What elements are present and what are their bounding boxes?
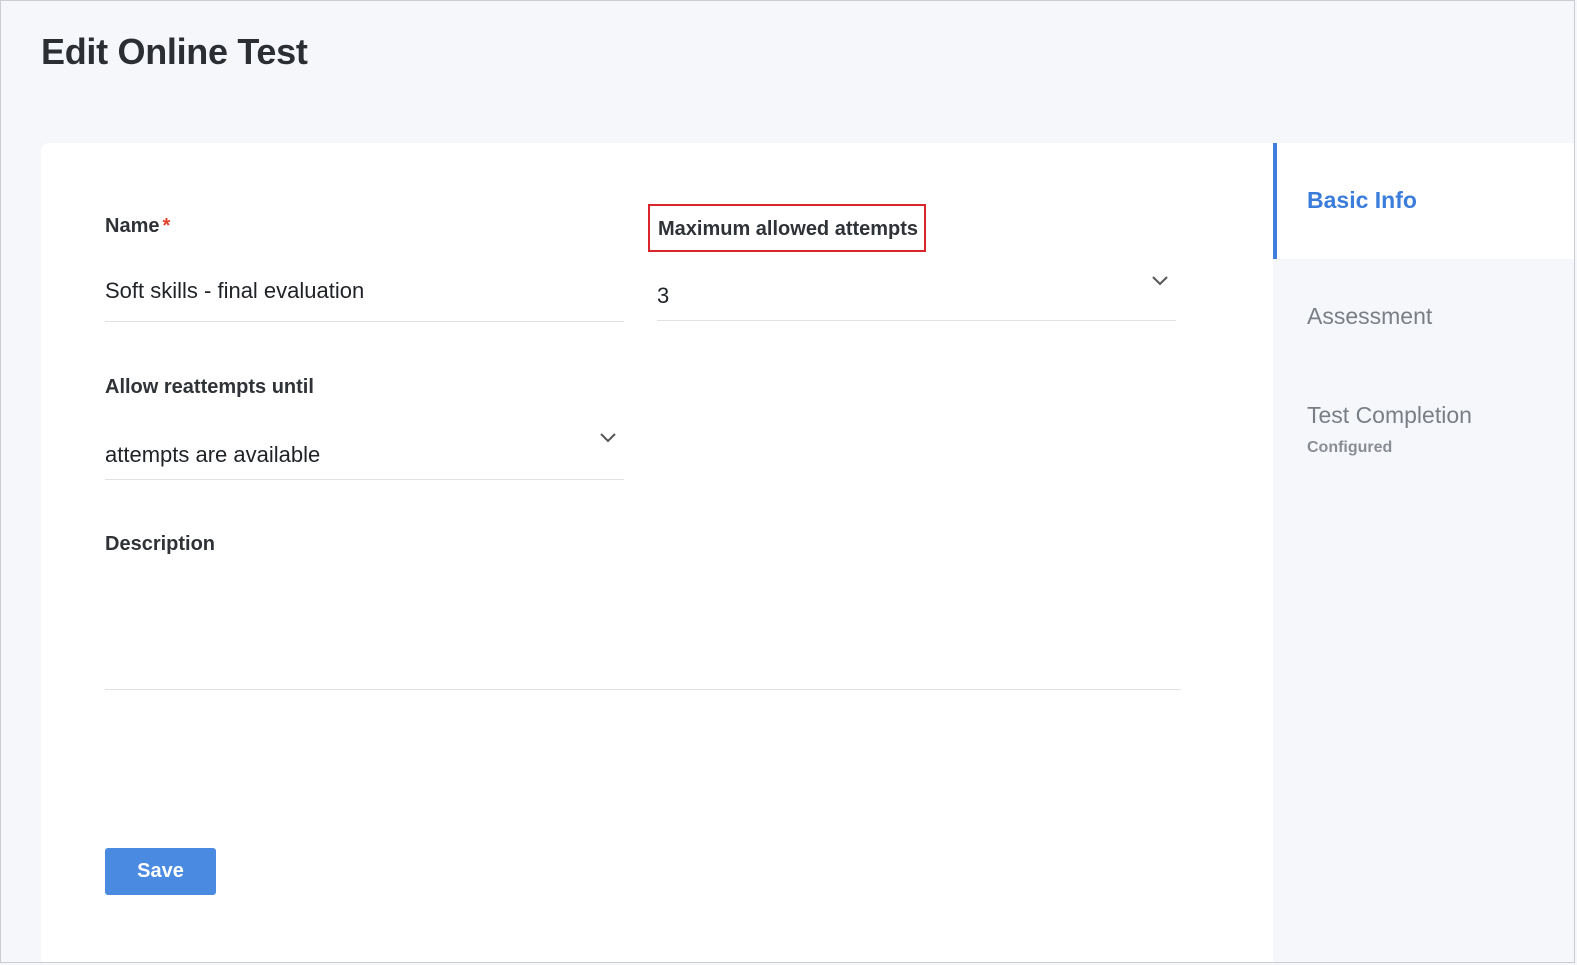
max-attempts-select[interactable]: 3 bbox=[657, 263, 1176, 321]
max-attempts-value: 3 bbox=[657, 283, 670, 308]
description-label: Description bbox=[105, 533, 216, 555]
sidebar-item-basic-info[interactable]: Basic Info bbox=[1273, 143, 1574, 259]
chevron-down-icon bbox=[600, 433, 616, 443]
page-title: Edit Online Test bbox=[41, 31, 308, 72]
form-card: Name * Soft skills - final evaluation Max… bbox=[41, 143, 1273, 962]
name-field-value: Soft skills - final evaluation bbox=[105, 278, 365, 303]
reattempts-select[interactable]: attempts are available bbox=[105, 418, 624, 480]
chevron-down-icon bbox=[1152, 276, 1168, 286]
max-attempts-label: Maximum allowed attempts bbox=[658, 218, 919, 240]
save-button[interactable]: Save bbox=[105, 848, 216, 895]
reattempts-value: attempts are available bbox=[105, 442, 321, 467]
required-mark: * bbox=[162, 215, 171, 237]
name-field[interactable]: Soft skills - final evaluation bbox=[105, 263, 624, 322]
sidebar-item-label: Assessment bbox=[1307, 303, 1433, 329]
name-label: Name * bbox=[105, 215, 170, 238]
app-frame: Edit Online Test Name * Soft skills - fin… bbox=[0, 0, 1575, 963]
sidebar: Basic Info Assessment Test Completion Co… bbox=[1273, 143, 1574, 962]
sidebar-item-label: Basic Info bbox=[1307, 187, 1417, 213]
name-label-text: Name bbox=[105, 215, 160, 237]
status-badge: Configured bbox=[1307, 439, 1393, 456]
sidebar-item-test-completion[interactable]: Test Completion Configured bbox=[1273, 358, 1574, 468]
sidebar-item-assessment[interactable]: Assessment bbox=[1273, 259, 1574, 349]
sidebar-item-label: Test Completion bbox=[1307, 402, 1472, 428]
description-field[interactable] bbox=[105, 568, 1181, 690]
reattempts-label: Allow reattempts until bbox=[105, 376, 314, 398]
